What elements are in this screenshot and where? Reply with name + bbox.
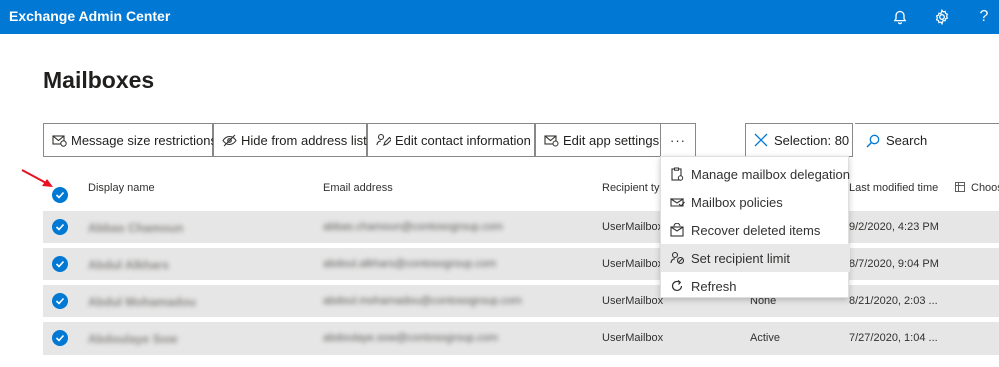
column-display-name[interactable]: Display name [88, 182, 155, 208]
email-address: abbas.chamoun@contosogroup.com [323, 221, 503, 233]
table-row[interactable]: Abdoulaye Sow abdoulaye.sow@contosogroup… [43, 322, 999, 355]
search-button[interactable]: Search [866, 133, 927, 148]
recipient-type: UserMailbox [602, 221, 664, 233]
last-modified: 8/21/2020, 2:03 ... [849, 295, 938, 307]
checkmark-icon [55, 191, 65, 199]
email-address: abdoul.mohamadou@contosogroup.com [323, 295, 522, 307]
menu-item-set-recipient-limit[interactable]: Set recipient limit [661, 244, 850, 272]
edit-contact-information-button[interactable]: Edit contact information [367, 123, 535, 157]
recover-icon [669, 222, 685, 238]
row-checkbox[interactable] [52, 293, 68, 309]
edit-app-settings-button[interactable]: Edit app settings [535, 123, 661, 157]
hide-address-label: Hide from address list [241, 132, 367, 148]
more-options-button[interactable]: ··· [660, 123, 696, 157]
app-title[interactable]: Exchange Admin Center [9, 8, 170, 24]
last-modified: 8/7/2020, 9:04 PM [849, 258, 939, 270]
checkmark-icon [55, 334, 65, 342]
close-icon [754, 132, 768, 148]
email-address: abdoulaye.sow@contosogroup.com [323, 332, 499, 344]
table-row[interactable]: Abdul Mohamadou abdoul.mohamadou@contoso… [43, 285, 999, 317]
message-size-icon [52, 132, 67, 148]
column-last-modified-time[interactable]: Last modified time [849, 182, 938, 208]
hide-from-address-list-button[interactable]: Hide from address list [213, 123, 367, 157]
last-modified: 7/27/2020, 1:04 ... [849, 332, 938, 344]
row-checkbox[interactable] [52, 330, 68, 346]
toolbar-divider [855, 123, 999, 124]
column-recipient-type[interactable]: Recipient typ [602, 182, 666, 208]
policy-icon [669, 194, 685, 210]
hide-eye-icon [222, 132, 237, 148]
app-settings-icon [544, 132, 559, 148]
edit-contact-icon [376, 132, 391, 148]
settings-gear-icon[interactable] [931, 6, 953, 28]
display-name[interactable]: Abbas Chamoun [88, 221, 183, 235]
edit-app-label: Edit app settings [563, 132, 660, 148]
table-row[interactable]: Abbas Chamoun abbas.chamoun@contosogroup… [43, 211, 999, 243]
checkmark-icon [55, 297, 65, 305]
column-email-address[interactable]: Email address [323, 182, 393, 208]
row-checkbox[interactable] [52, 256, 68, 272]
table-row[interactable]: Abdul Alkhars abdoul.alkhars@contosogrou… [43, 248, 999, 280]
more-options-menu: Manage mailbox delegation Mailbox polici… [660, 156, 850, 300]
notifications-bell-icon[interactable] [889, 6, 911, 28]
recipient-type: UserMailbox [602, 258, 664, 270]
email-address: abdoul.alkhars@contosogroup.com [323, 258, 497, 270]
columns-icon [955, 182, 965, 208]
choose-columns-button[interactable]: Choos [955, 182, 999, 208]
last-modified: 9/2/2020, 4:23 PM [849, 221, 939, 233]
display-name[interactable]: Abdul Mohamadou [88, 295, 196, 309]
status: Active [750, 332, 780, 344]
refresh-icon [669, 278, 685, 294]
menu-item-recover-deleted-items[interactable]: Recover deleted items [661, 216, 850, 244]
checkmark-icon [55, 260, 65, 268]
selection-clear-button[interactable]: Selection: 80 [745, 123, 853, 157]
display-name[interactable]: Abdul Alkhars [88, 258, 169, 272]
search-icon [866, 134, 880, 148]
top-bar: Exchange Admin Center ? [0, 0, 999, 34]
recipient-limit-icon [669, 250, 685, 266]
display-name[interactable]: Abdoulaye Sow [88, 332, 177, 346]
search-label: Search [886, 133, 928, 148]
row-checkbox[interactable] [52, 219, 68, 235]
menu-item-refresh[interactable]: Refresh [661, 272, 850, 300]
recipient-type: UserMailbox [602, 332, 664, 344]
selection-count-label: Selection: 80 [774, 132, 850, 148]
select-all-checkbox[interactable] [52, 187, 68, 203]
menu-item-mailbox-policies[interactable]: Mailbox policies [661, 188, 850, 216]
message-size-restrictions-button[interactable]: Message size restrictions [43, 123, 217, 157]
delegation-icon [669, 166, 685, 182]
help-icon[interactable]: ? [973, 6, 995, 28]
message-size-label: Message size restrictions [71, 132, 217, 148]
annotation-arrow-icon [21, 169, 53, 187]
recipient-type: UserMailbox [602, 295, 664, 307]
page-title: Mailboxes [43, 67, 155, 93]
menu-item-manage-mailbox-delegation[interactable]: Manage mailbox delegation [661, 160, 850, 188]
more-ellipsis-icon: ··· [670, 132, 686, 148]
checkmark-icon [55, 223, 65, 231]
edit-contact-label: Edit contact information [395, 132, 531, 148]
